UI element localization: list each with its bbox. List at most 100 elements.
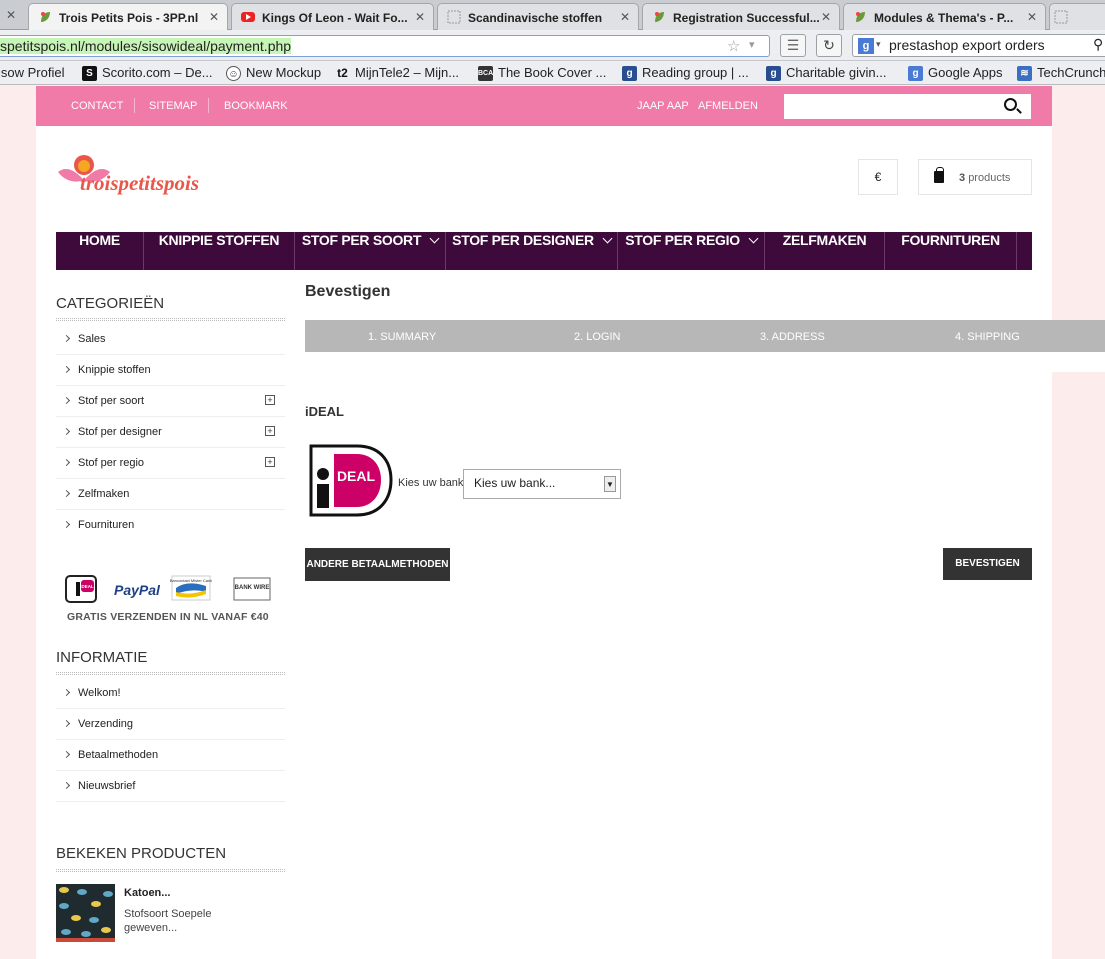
dropdown-arrow-icon[interactable]: ▼ — [604, 476, 616, 492]
search-engine-box[interactable]: g ▾ prestashop export orders ⚲ — [852, 34, 1105, 57]
tab-close-icon[interactable]: ✕ — [821, 10, 831, 24]
browser-tab[interactable]: Registration Successful... ✕ — [642, 3, 840, 30]
browser-tab[interactable]: Modules & Thema's - P... ✕ — [843, 3, 1046, 30]
google-icon: g — [858, 38, 874, 54]
expand-plus-icon[interactable]: + — [265, 457, 275, 467]
info-item[interactable]: Nieuwsbrief — [56, 771, 285, 802]
chevron-down-icon[interactable]: ▾ — [876, 39, 881, 50]
chevron-right-icon — [62, 334, 71, 343]
category-item[interactable]: Zelfmaken — [56, 479, 285, 510]
bookmark-item[interactable]: g Google Apps — [908, 65, 1002, 83]
new-tab-button[interactable] — [1049, 3, 1105, 30]
category-item[interactable]: Stof per designer + — [56, 417, 285, 448]
bookmark-item[interactable]: BCA The Book Cover ... — [478, 65, 606, 83]
product-name-link[interactable]: Katoen... — [124, 887, 170, 899]
contact-link[interactable]: CONTACT — [71, 100, 123, 112]
browser-tab-active[interactable]: Trois Petits Pois - 3PP.nl ✕ — [28, 3, 228, 31]
bank-label: Kies uw bank — [398, 477, 464, 489]
reload-icon: ↻ — [823, 37, 835, 53]
tab-title: Registration Successful... — [673, 11, 820, 25]
bookmark-item[interactable]: isow Profiel — [0, 65, 64, 83]
google-icon: g — [908, 66, 923, 81]
other-payment-methods-button[interactable]: ANDERE BETAALMETHODEN — [305, 548, 450, 581]
youtube-favicon-icon — [241, 12, 255, 22]
step-shipping[interactable]: 4. SHIPPING — [955, 331, 1020, 343]
tab-close-icon[interactable]: ✕ — [6, 8, 16, 22]
bookmark-label: Google Apps — [928, 65, 1003, 80]
page-title: Bevestigen — [305, 283, 391, 300]
currency-selector[interactable]: € — [858, 159, 898, 195]
bookmark-item[interactable]: g Reading group | ... — [622, 65, 749, 83]
bookmark-link[interactable]: BOOKMARK — [224, 100, 288, 112]
confirm-button[interactable]: BEVESTIGEN — [943, 548, 1032, 580]
step-address[interactable]: 3. ADDRESS — [760, 331, 825, 343]
bookmark-item[interactable]: ≋ TechCrunch — [1017, 65, 1105, 83]
tele2-icon: t2 — [337, 66, 348, 80]
browser-tab-bar: ✕ Trois Petits Pois - 3PP.nl ✕ Kings Of … — [0, 0, 1105, 31]
reload-button[interactable]: ↻ — [816, 34, 842, 57]
rss-icon: ☰ — [786, 37, 800, 53]
menu-item-home[interactable]: HOME — [56, 232, 144, 270]
tab-close-icon[interactable]: ✕ — [209, 10, 219, 24]
search-icon[interactable]: ⚲ — [1093, 36, 1103, 53]
info-item[interactable]: Verzending — [56, 709, 285, 740]
sitemap-link[interactable]: SITEMAP — [149, 100, 197, 112]
category-item[interactable]: Stof per soort + — [56, 386, 285, 417]
expand-plus-icon[interactable]: + — [265, 426, 275, 436]
user-account-link[interactable]: JAAP AAP — [637, 100, 689, 112]
info-label: Betaalmethoden — [78, 749, 159, 761]
category-item[interactable]: Sales — [56, 324, 285, 355]
menu-item-knippie-stoffen[interactable]: KNIPPIE STOFFEN — [144, 232, 295, 270]
star-bookmark-icon[interactable]: ☆ — [727, 37, 740, 55]
step-summary[interactable]: 1. SUMMARY — [368, 331, 436, 343]
bookmark-item[interactable]: ☺ New Mockup — [226, 65, 321, 83]
info-item[interactable]: Welkom! — [56, 678, 285, 709]
blank-page-favicon-icon — [1054, 10, 1068, 24]
tab-close-icon[interactable]: ✕ — [620, 10, 630, 24]
bookmark-label: Scorito.com – De... — [102, 65, 213, 80]
step-login[interactable]: 2. LOGIN — [574, 331, 620, 343]
cart-button[interactable]: 3 products — [918, 159, 1032, 195]
chevron-down-icon — [602, 233, 613, 244]
main-menu: HOME KNIPPIE STOFFEN STOF PER SOORT STOF… — [56, 232, 1032, 270]
menu-item-fournituren[interactable]: FOURNITUREN — [885, 232, 1017, 270]
menu-item-stof-per-regio[interactable]: STOF PER REGIO — [618, 232, 765, 270]
rss-button[interactable]: ☰ — [780, 34, 806, 57]
site-logo[interactable]: troispetitspois — [56, 152, 251, 202]
chevron-right-icon — [62, 427, 71, 436]
goodreads-icon: g — [622, 66, 637, 81]
viewed-products-heading: BEKEKEN PRODUCTEN — [56, 845, 227, 862]
address-bar[interactable]: spetitspois.nl/modules/sisowideal/paymen… — [0, 35, 770, 57]
ideal-logo: DEAL — [309, 444, 393, 517]
bookmark-label: MijnTele2 – Mijn... — [355, 65, 460, 80]
chevron-right-icon — [62, 365, 71, 374]
category-item[interactable]: Stof per regio + — [56, 448, 285, 479]
info-item[interactable]: Betaalmethoden — [56, 740, 285, 771]
product-thumbnail[interactable] — [56, 884, 115, 942]
search-engine-input[interactable]: prestashop export orders — [889, 37, 1045, 53]
button-label: ANDERE BETAALMETHODEN — [306, 559, 449, 570]
browser-tab[interactable]: Scandinavische stoffen ✕ — [437, 3, 639, 30]
tab-close-icon[interactable]: ✕ — [415, 10, 425, 24]
ideal-logo-text: DEAL — [337, 468, 376, 484]
tab-title: Modules & Thema's - P... — [874, 11, 1014, 25]
menu-label: FOURNITUREN — [901, 232, 1000, 248]
category-item[interactable]: Knippie stoffen — [56, 355, 285, 386]
bookmark-item[interactable]: t2 MijnTele2 – Mijn... — [335, 65, 459, 83]
expand-plus-icon[interactable]: + — [265, 395, 275, 405]
menu-item-zelfmaken[interactable]: ZELFMAKEN — [765, 232, 885, 270]
shop-search-input[interactable] — [784, 94, 1031, 119]
bookmark-item[interactable]: g Charitable givin... — [766, 65, 886, 83]
chevron-down-icon[interactable]: ▾ — [749, 38, 755, 51]
tab-close-icon[interactable]: ✕ — [1027, 10, 1037, 24]
menu-item-stof-per-designer[interactable]: STOF PER DESIGNER — [446, 232, 618, 270]
category-item[interactable]: Fournituren — [56, 510, 285, 541]
bookmark-label: New Mockup — [246, 65, 322, 80]
search-icon[interactable] — [1004, 98, 1017, 111]
browser-tab[interactable]: Kings Of Leon - Wait Fo... ✕ — [231, 3, 434, 30]
bank-select[interactable]: Kies uw bank... ▼ — [463, 469, 621, 499]
menu-item-stof-per-soort[interactable]: STOF PER SOORT — [295, 232, 446, 270]
chevron-right-icon — [62, 719, 71, 728]
logout-link[interactable]: AFMELDEN — [698, 100, 758, 112]
bookmark-item[interactable]: S Scorito.com – De... — [82, 65, 213, 83]
